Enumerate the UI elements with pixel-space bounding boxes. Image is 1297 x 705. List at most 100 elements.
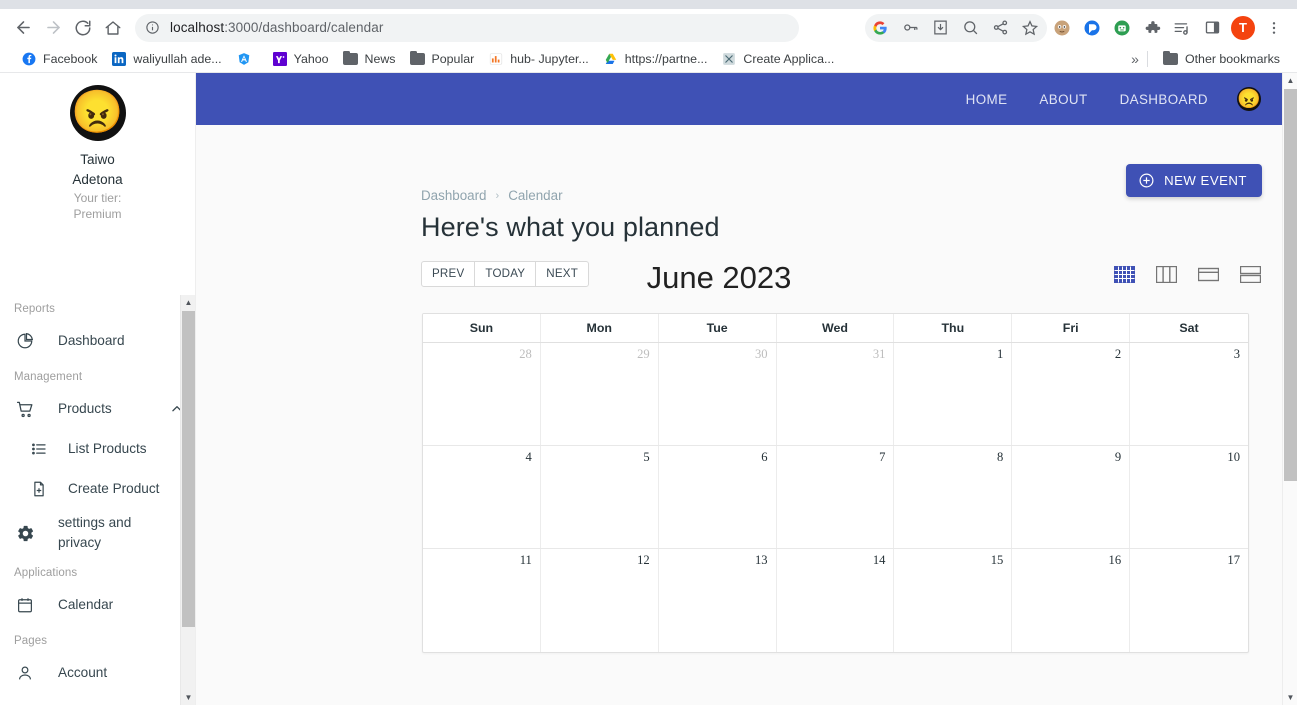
sidebar-scroll-down-button[interactable]: ▼ — [181, 690, 195, 705]
calendar-day-cell[interactable]: 5 — [541, 446, 659, 548]
bookmark-linkedin[interactable]: waliyullah ade... — [104, 48, 228, 70]
three-dot-menu-icon[interactable] — [1259, 14, 1289, 42]
breadcrumb-dashboard[interactable]: Dashboard — [421, 188, 487, 203]
install-app-icon[interactable] — [925, 14, 955, 42]
sidebar-item-dashboard[interactable]: Dashboard — [0, 321, 195, 361]
calendar-day-cell[interactable]: 14 — [777, 549, 895, 652]
calendar-day-cell[interactable]: 28 — [423, 343, 541, 445]
sidebar-item-settings-and-privacy[interactable]: settings and privacy — [0, 509, 195, 557]
extension-avatar-icon[interactable] — [1047, 14, 1077, 42]
reading-list-icon[interactable] — [1167, 14, 1197, 42]
profile-avatar[interactable]: T — [1231, 15, 1255, 40]
zoom-out-icon[interactable] — [955, 14, 985, 42]
calendar-day-cell[interactable]: 3 — [1130, 343, 1248, 445]
nav-link-dashboard[interactable]: DASHBOARD — [1104, 86, 1224, 113]
month-view-icon[interactable] — [1113, 263, 1136, 285]
calendar-day-cell[interactable]: 2 — [1012, 343, 1131, 445]
calendar-day-cell[interactable]: 17 — [1130, 549, 1248, 652]
sidebar-item-label: Calendar — [58, 597, 114, 612]
site-info-icon[interactable] — [145, 20, 161, 36]
extension-green-icon[interactable] — [1107, 14, 1137, 42]
angry-face-avatar[interactable]: 😠 — [69, 85, 126, 141]
omnibox-action-group — [865, 13, 1047, 42]
calendar-day-cell[interactable]: 10 — [1130, 446, 1248, 548]
day-header-wed: Wed — [777, 314, 895, 342]
sidebar-item-calendar[interactable]: Calendar — [0, 585, 195, 625]
google-lens-icon[interactable] — [865, 14, 895, 42]
extensions-puzzle-icon[interactable] — [1137, 14, 1167, 42]
forward-button[interactable] — [38, 13, 68, 43]
sidebar-scroll-up-button[interactable]: ▲ — [181, 295, 195, 310]
calendar-day-cell[interactable]: 7 — [777, 446, 895, 548]
calendar-day-cell[interactable]: 13 — [659, 549, 777, 652]
week-view-icon[interactable] — [1155, 263, 1178, 285]
day-header-sun: Sun — [423, 314, 541, 342]
password-key-icon[interactable] — [895, 14, 925, 42]
sidebar-scrollbar-thumb[interactable] — [182, 311, 195, 627]
calendar-day-cell[interactable]: 29 — [541, 343, 659, 445]
angular-icon — [236, 51, 252, 67]
day-view-icon[interactable] — [1197, 263, 1220, 285]
breadcrumb-calendar[interactable]: Calendar — [508, 188, 562, 203]
bookmarks-bar: Facebook waliyullah ade... Yahoo News Po… — [0, 46, 1297, 73]
bookmarks-divider — [1146, 51, 1148, 67]
calendar-day-cell[interactable]: 11 — [423, 549, 541, 652]
calendar-day-cell[interactable]: 1 — [894, 343, 1013, 445]
calendar-day-cell[interactable]: 31 — [777, 343, 895, 445]
calendar-day-cell[interactable]: 16 — [1012, 549, 1131, 652]
bookmarks-overflow-button[interactable]: » — [1131, 51, 1139, 67]
day-header-fri: Fri — [1012, 314, 1131, 342]
page-scroll-up-button[interactable]: ▲ — [1283, 73, 1297, 88]
app-header: HOME ABOUT DASHBOARD 😠 — [196, 73, 1282, 125]
calendar-day-cell[interactable]: 6 — [659, 446, 777, 548]
bookmark-news-folder[interactable]: News — [336, 48, 403, 70]
page-scrollbar-thumb[interactable] — [1284, 89, 1297, 481]
sidebar-item-account[interactable]: Account — [0, 653, 195, 693]
calendar-day-cell[interactable]: 30 — [659, 343, 777, 445]
extension-blue-icon[interactable] — [1077, 14, 1107, 42]
nav-link-home[interactable]: HOME — [950, 86, 1024, 113]
agenda-view-icon[interactable] — [1239, 263, 1262, 285]
sidebar-section-reports: Reports — [14, 303, 55, 315]
back-button[interactable] — [8, 13, 38, 43]
sidebar-item-pricing[interactable]: Pricing — [0, 693, 195, 705]
nav-link-about[interactable]: ABOUT — [1023, 86, 1103, 113]
toolbar-actions: T — [865, 13, 1289, 42]
calendar-day-cell[interactable]: 15 — [894, 549, 1013, 652]
sidebar-item-products[interactable]: Products — [0, 389, 195, 429]
bookmark-google-drive[interactable]: https://partne... — [596, 48, 715, 70]
bookmark-angular[interactable] — [229, 48, 265, 70]
calendar-day-cell[interactable]: 9 — [1012, 446, 1131, 548]
sidebar-item-list-products[interactable]: List Products — [0, 429, 195, 469]
bookmark-star-icon[interactable] — [1015, 14, 1045, 42]
sidebar-item-create-product[interactable]: Create Product — [0, 469, 195, 509]
sidebar-item-label: Dashboard — [58, 333, 125, 348]
header-angry-face-avatar[interactable]: 😠 — [1237, 87, 1261, 111]
sidebar-scrollbar[interactable]: ▲ ▼ — [180, 295, 195, 705]
bookmark-jupyterhub[interactable]: hub- Jupyter... — [481, 48, 596, 70]
page-scrollbar[interactable]: ▲ ▼ — [1282, 73, 1297, 705]
calendar-day-cell[interactable]: 4 — [423, 446, 541, 548]
calendar-week-row: 11 12 13 14 15 16 17 — [423, 549, 1248, 652]
side-panel-icon[interactable] — [1197, 14, 1227, 42]
reload-button[interactable] — [68, 13, 98, 43]
calendar-day-cell[interactable]: 8 — [894, 446, 1013, 548]
bookmark-popular-folder[interactable]: Popular — [403, 48, 482, 70]
other-bookmarks-button[interactable]: Other bookmarks — [1156, 48, 1287, 70]
home-button[interactable] — [98, 13, 128, 43]
bookmark-create-application[interactable]: Create Applica... — [714, 48, 841, 70]
calendar-day-cell[interactable]: 12 — [541, 549, 659, 652]
new-event-button[interactable]: NEW EVENT — [1126, 164, 1262, 197]
bookmark-yahoo[interactable]: Yahoo — [265, 48, 336, 70]
share-icon[interactable] — [985, 14, 1015, 42]
page-scroll-down-button[interactable]: ▼ — [1283, 690, 1297, 705]
google-drive-icon — [603, 51, 619, 67]
address-bar[interactable]: localhost:3000/dashboard/calendar — [135, 13, 799, 42]
sidebar-item-label: Products — [58, 401, 112, 416]
bookmark-facebook[interactable]: Facebook — [14, 48, 104, 70]
tab-strip[interactable] — [0, 0, 1297, 9]
file-plus-icon — [28, 478, 50, 500]
bookmarks-overflow-area: » Other bookmarks — [1131, 48, 1287, 70]
profile-name: Taiwo Adetona — [72, 152, 123, 187]
facebook-icon — [21, 51, 37, 67]
